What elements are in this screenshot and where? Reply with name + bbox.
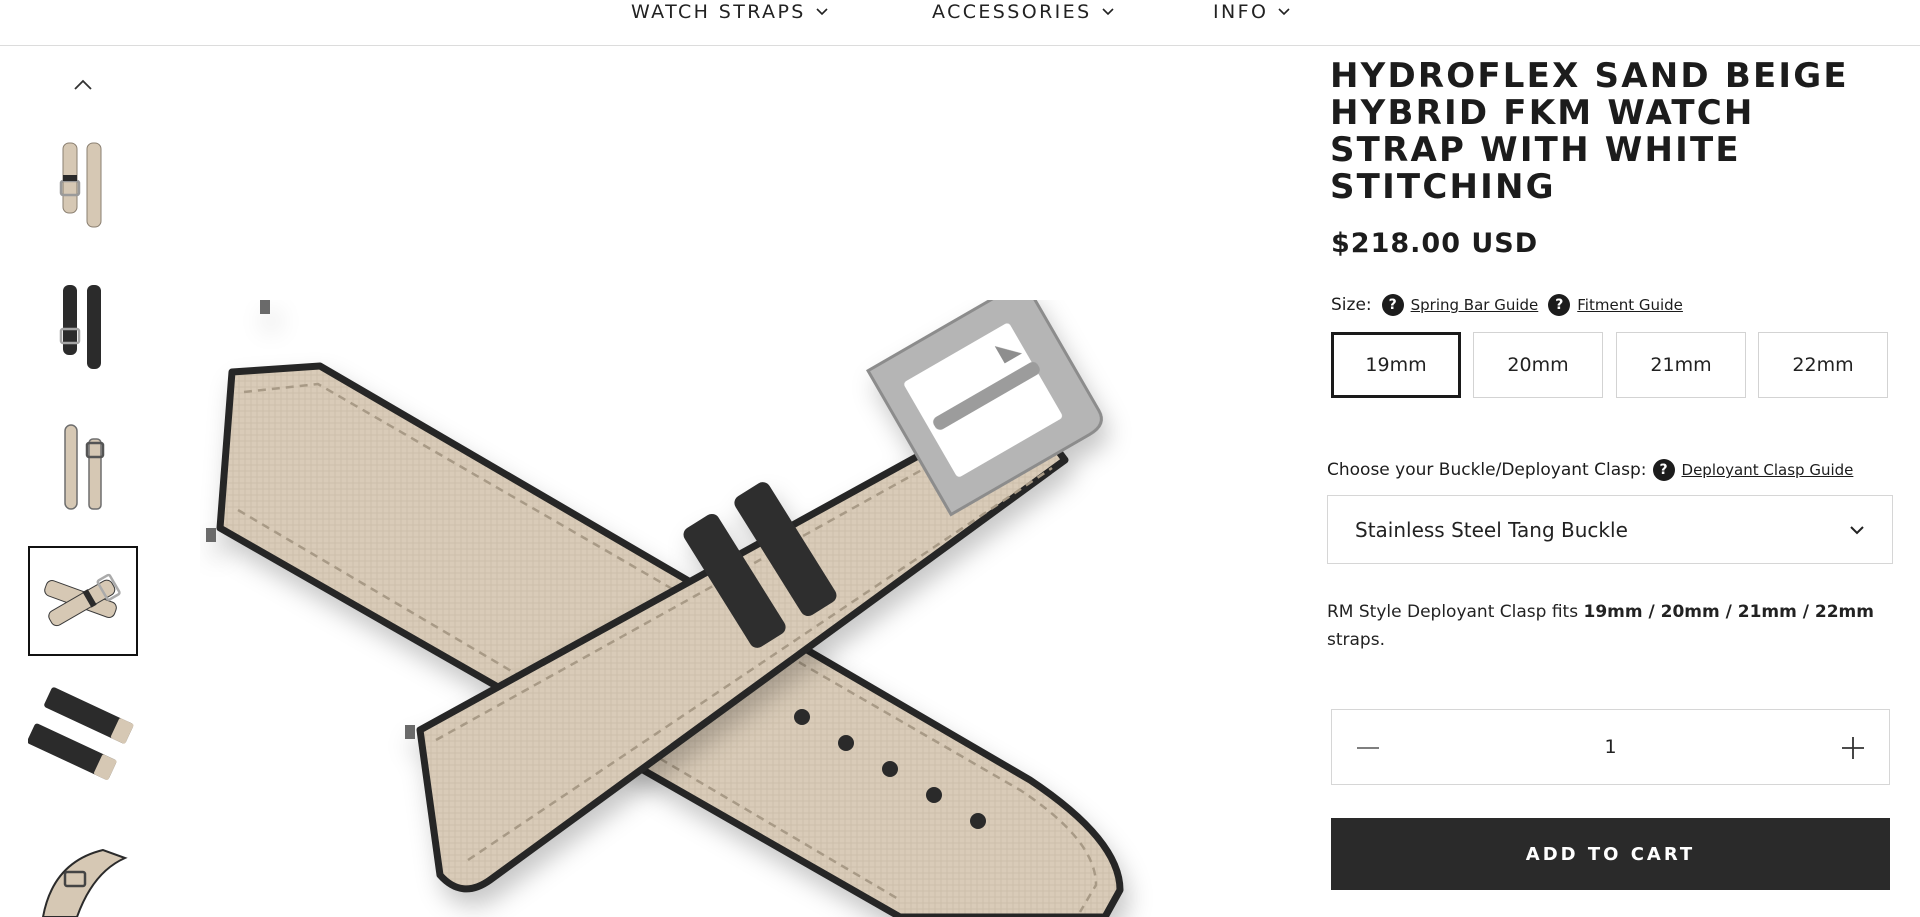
quantity-stepper: 1 xyxy=(1331,709,1890,785)
chevron-down-icon xyxy=(1278,8,1290,16)
strap-thumbnail-image xyxy=(59,285,101,369)
size-option-19mm[interactable]: 19mm xyxy=(1331,332,1461,398)
chevron-down-icon xyxy=(816,8,828,16)
minus-icon[interactable] xyxy=(1354,736,1382,760)
nav-info[interactable]: INFO xyxy=(1213,0,1290,24)
chevron-up-icon[interactable] xyxy=(71,76,95,94)
main-product-image xyxy=(206,300,1124,917)
thumbnail-strap-front-beige[interactable] xyxy=(28,128,138,238)
strap-thumbnail-image xyxy=(44,573,121,627)
strap-thumbnail-image xyxy=(59,142,102,228)
help-icon: ? xyxy=(1548,294,1571,316)
product-price: $218.00 USD xyxy=(1331,228,1539,259)
size-option-20mm[interactable]: 20mm xyxy=(1473,332,1603,398)
strap-thumbnail-image xyxy=(41,848,128,917)
quantity-value[interactable]: 1 xyxy=(1412,710,1809,784)
clasp-fit-note: RM Style Deployant Clasp fits 19mm / 20m… xyxy=(1327,598,1887,654)
fitment-guide-link[interactable]: Fitment Guide xyxy=(1577,296,1683,314)
strap-thumbnail-image xyxy=(64,424,105,510)
clasp-label: Choose your Buckle/Deployant Clasp: xyxy=(1327,460,1647,480)
chevron-down-icon xyxy=(1101,8,1114,16)
thumbnail-strap-side[interactable] xyxy=(28,410,138,520)
size-option-21mm[interactable]: 21mm xyxy=(1616,332,1746,398)
product-title: HYDROFLEX SAND BEIGE HYBRID FKM WATCH ST… xyxy=(1330,56,1849,207)
spring-bar-guide-link[interactable]: Spring Bar Guide xyxy=(1411,296,1539,314)
nav-label: WATCH STRAPS xyxy=(631,1,806,23)
plus-icon[interactable] xyxy=(1839,736,1867,760)
add-to-cart-button[interactable]: ADD TO CART xyxy=(1331,818,1890,890)
thumbnail-strap-crossed[interactable] xyxy=(28,546,138,656)
nav-accessories[interactable]: ACCESSORIES xyxy=(932,0,1114,24)
help-icon: ? xyxy=(1652,459,1675,481)
size-guide-row: Size: ? Spring Bar Guide ? Fitment Guide xyxy=(1331,292,1683,318)
thumbnail-strap-worn[interactable] xyxy=(28,842,138,917)
size-option-22mm[interactable]: 22mm xyxy=(1758,332,1888,398)
strap-thumbnail-image xyxy=(28,687,134,780)
nav-label: ACCESSORIES xyxy=(932,1,1092,23)
fit-note-prefix: RM Style Deployant Clasp fits xyxy=(1327,602,1584,622)
thumbnail-strap-back-black[interactable] xyxy=(28,270,138,380)
clasp-select[interactable]: Stainless Steel Tang Buckle xyxy=(1327,495,1893,564)
nav-watch-straps[interactable]: WATCH STRAPS xyxy=(631,0,828,24)
deployant-clasp-guide-link[interactable]: Deployant Clasp Guide xyxy=(1682,461,1854,479)
nav-label: INFO xyxy=(1213,1,1269,23)
help-icon: ? xyxy=(1381,294,1404,316)
fit-note-suffix: straps. xyxy=(1327,630,1385,650)
clasp-label-row: Choose your Buckle/Deployant Clasp: ? De… xyxy=(1327,457,1853,483)
top-navigation: WATCH STRAPS ACCESSORIES INFO xyxy=(0,0,1920,46)
size-label: Size: xyxy=(1331,295,1372,315)
clasp-selected-value: Stainless Steel Tang Buckle xyxy=(1355,517,1628,542)
fit-note-sizes: 19mm / 20mm / 21mm / 22mm xyxy=(1583,602,1874,622)
thumbnail-strap-ends[interactable] xyxy=(28,682,138,792)
chevron-down-icon xyxy=(1850,526,1864,535)
